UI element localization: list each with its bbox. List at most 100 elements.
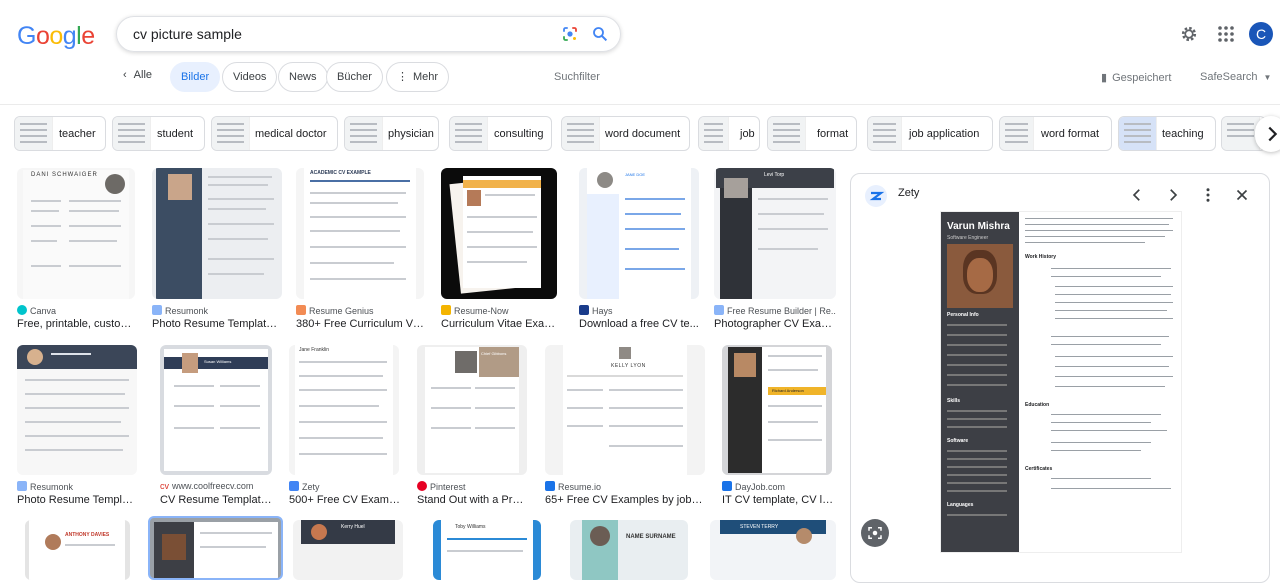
result-title[interactable]: Curriculum Vitae Examp... xyxy=(441,318,563,330)
image-result[interactable]: Resumonk Photo Resume Template... xyxy=(17,345,137,510)
result-thumbnail[interactable] xyxy=(17,345,137,475)
gear-icon[interactable] xyxy=(1179,24,1199,44)
image-result[interactable]: DANI SCHWAIGER Canva Free, printable, cu… xyxy=(17,168,135,333)
tab-mehr[interactable]: ⋮ Mehr xyxy=(386,62,450,92)
image-result[interactable]: Susan Williams cv www.coolfreecv.com CV R… xyxy=(160,345,272,510)
text-line xyxy=(208,258,274,260)
image-result[interactable]: Resume-Now Curriculum Vitae Examp... xyxy=(441,168,563,333)
saved-button[interactable]: ▮ Gespeichert xyxy=(1101,71,1171,84)
chip-medical-doctor[interactable]: medical doctor xyxy=(211,116,338,151)
tab-news[interactable]: News xyxy=(278,62,328,92)
text-line xyxy=(947,384,1007,386)
result-title[interactable]: Free, printable, custom... xyxy=(17,318,135,330)
close-icon[interactable] xyxy=(1233,186,1251,204)
image-result[interactable]: Resumonk Photo Resume Templates... xyxy=(152,168,282,333)
chevron-right-icon[interactable] xyxy=(1164,186,1182,204)
search-box[interactable]: cv picture sample xyxy=(116,16,621,52)
image-result[interactable]: Chief Gibbons Pinterest Stand Out with a… xyxy=(417,345,529,510)
result-thumbnail[interactable]: ANTHONY DAVIES xyxy=(25,520,130,580)
account-avatar[interactable]: C xyxy=(1249,22,1273,46)
image-result[interactable]: Levi Torp Free Resume Builder | Re... Ph… xyxy=(714,168,836,333)
result-source[interactable]: Resumonk xyxy=(152,305,208,316)
result-title[interactable]: Photo Resume Templates... xyxy=(152,318,282,330)
result-thumbnail[interactable]: Susan Williams xyxy=(160,345,272,475)
result-source[interactable]: Free Resume Builder | Re... xyxy=(714,305,836,316)
chip-physician[interactable]: physician xyxy=(344,116,439,151)
chips-next-button[interactable] xyxy=(1255,116,1280,152)
image-result[interactable]: ANTHONY DAVIES xyxy=(25,520,130,580)
image-result[interactable]: ACADEMIC CV EXAMPLE Resume Genius 380+ F… xyxy=(296,168,424,333)
image-result[interactable]: STEVEN TERRY xyxy=(710,520,836,580)
image-result[interactable]: NAME SURNAME xyxy=(570,520,688,580)
chevron-left-icon[interactable] xyxy=(1128,186,1146,204)
result-title[interactable]: Photo Resume Template... xyxy=(17,494,137,506)
image-result[interactable]: Richard Anderson DayJob.com IT CV templa… xyxy=(722,345,834,510)
image-result[interactable]: KELLY LYON Resume.io 65+ Free CV Example… xyxy=(545,345,705,510)
search-icon[interactable] xyxy=(591,25,609,43)
tab-bilder[interactable]: Bilder xyxy=(170,62,221,92)
result-source[interactable]: Resume.io xyxy=(545,481,601,492)
image-result[interactable]: Jane Franklin Zety 500+ Free CV Exampl..… xyxy=(289,345,401,510)
result-thumbnail[interactable] xyxy=(152,168,282,299)
tab-alle[interactable]: ‹ Alle xyxy=(123,69,152,81)
result-title[interactable]: IT CV template, CV lib... xyxy=(722,494,834,506)
result-source[interactable]: Resume Genius xyxy=(296,305,374,316)
result-title[interactable]: Photographer CV Exam... xyxy=(714,318,836,330)
search-input[interactable]: cv picture sample xyxy=(133,26,242,42)
tab-videos[interactable]: Videos xyxy=(222,62,278,92)
image-result[interactable] xyxy=(148,516,283,580)
result-thumbnail[interactable]: JANE DOE xyxy=(579,168,699,299)
chip-student[interactable]: student xyxy=(112,116,205,151)
result-source[interactable]: Canva xyxy=(17,305,56,316)
result-thumbnail[interactable]: Richard Anderson xyxy=(722,345,832,475)
result-thumbnail[interactable] xyxy=(441,168,557,299)
tab-buecher[interactable]: Bücher xyxy=(326,62,383,92)
result-thumbnail[interactable]: ACADEMIC CV EXAMPLE xyxy=(296,168,424,299)
text-line xyxy=(51,353,91,355)
result-title[interactable]: 500+ Free CV Exampl... xyxy=(289,494,401,506)
result-thumbnail[interactable]: Toby Williams xyxy=(433,520,541,580)
result-title[interactable]: Download a free CV te... xyxy=(579,318,699,330)
lens-search-button[interactable] xyxy=(861,519,889,547)
image-result[interactable]: JANE DOE Hays Download a free CV te... xyxy=(579,168,699,333)
chip-teacher[interactable]: teacher xyxy=(14,116,106,151)
result-source[interactable]: DayJob.com xyxy=(722,481,785,492)
result-title[interactable]: Stand Out with a Prof... xyxy=(417,494,529,506)
result-source[interactable]: Zety xyxy=(289,481,320,492)
apps-grid-icon[interactable] xyxy=(1217,25,1235,43)
image-result[interactable]: Kerry Huel xyxy=(293,520,403,580)
result-source[interactable]: cv www.coolfreecv.com xyxy=(160,481,253,491)
chip-format[interactable]: format xyxy=(767,116,857,151)
preview-image[interactable]: Varun Mishra Software Engineer Personal … xyxy=(941,212,1181,552)
result-thumbnail[interactable]: Levi Torp xyxy=(714,168,836,299)
chip-job-application[interactable]: job application xyxy=(867,116,993,151)
image-result[interactable]: Toby Williams xyxy=(433,520,541,580)
result-thumbnail[interactable]: KELLY LYON xyxy=(545,345,705,475)
tools-button[interactable]: Suchfilter xyxy=(554,71,600,83)
chip-word-document[interactable]: word document xyxy=(561,116,690,151)
result-thumbnail[interactable]: DANI SCHWAIGER xyxy=(17,168,135,299)
result-title[interactable]: CV Resume Template... xyxy=(160,494,272,506)
result-thumbnail[interactable]: Kerry Huel xyxy=(293,520,403,580)
chip-job[interactable]: job xyxy=(698,116,760,151)
result-source[interactable]: Resumonk xyxy=(17,481,73,492)
google-lens-icon[interactable] xyxy=(561,25,579,43)
result-thumbnail[interactable]: Chief Gibbons xyxy=(417,345,527,475)
result-thumbnail[interactable]: Jane Franklin xyxy=(289,345,399,475)
result-thumbnail[interactable]: NAME SURNAME xyxy=(570,520,688,580)
result-source[interactable]: Hays xyxy=(579,305,613,316)
result-title[interactable]: 65+ Free CV Examples by job (F... xyxy=(545,494,705,506)
google-logo[interactable]: Google xyxy=(17,22,95,51)
result-thumbnail[interactable]: STEVEN TERRY xyxy=(710,520,836,580)
result-source[interactable]: Resume-Now xyxy=(441,305,509,316)
side-section-heading: Personal Info xyxy=(947,312,979,318)
more-vert-icon[interactable] xyxy=(1199,186,1217,204)
chip-word-format[interactable]: word format xyxy=(999,116,1112,151)
result-title[interactable]: 380+ Free Curriculum Vi... xyxy=(296,318,424,330)
safesearch-button[interactable]: SafeSearch ▼ xyxy=(1200,71,1271,83)
result-source[interactable]: Pinterest xyxy=(417,481,466,492)
chip-consulting[interactable]: consulting xyxy=(449,116,552,151)
chip-teaching[interactable]: teaching xyxy=(1118,116,1216,151)
result-thumbnail[interactable] xyxy=(148,516,283,580)
preview-source[interactable]: Zety xyxy=(898,187,919,199)
